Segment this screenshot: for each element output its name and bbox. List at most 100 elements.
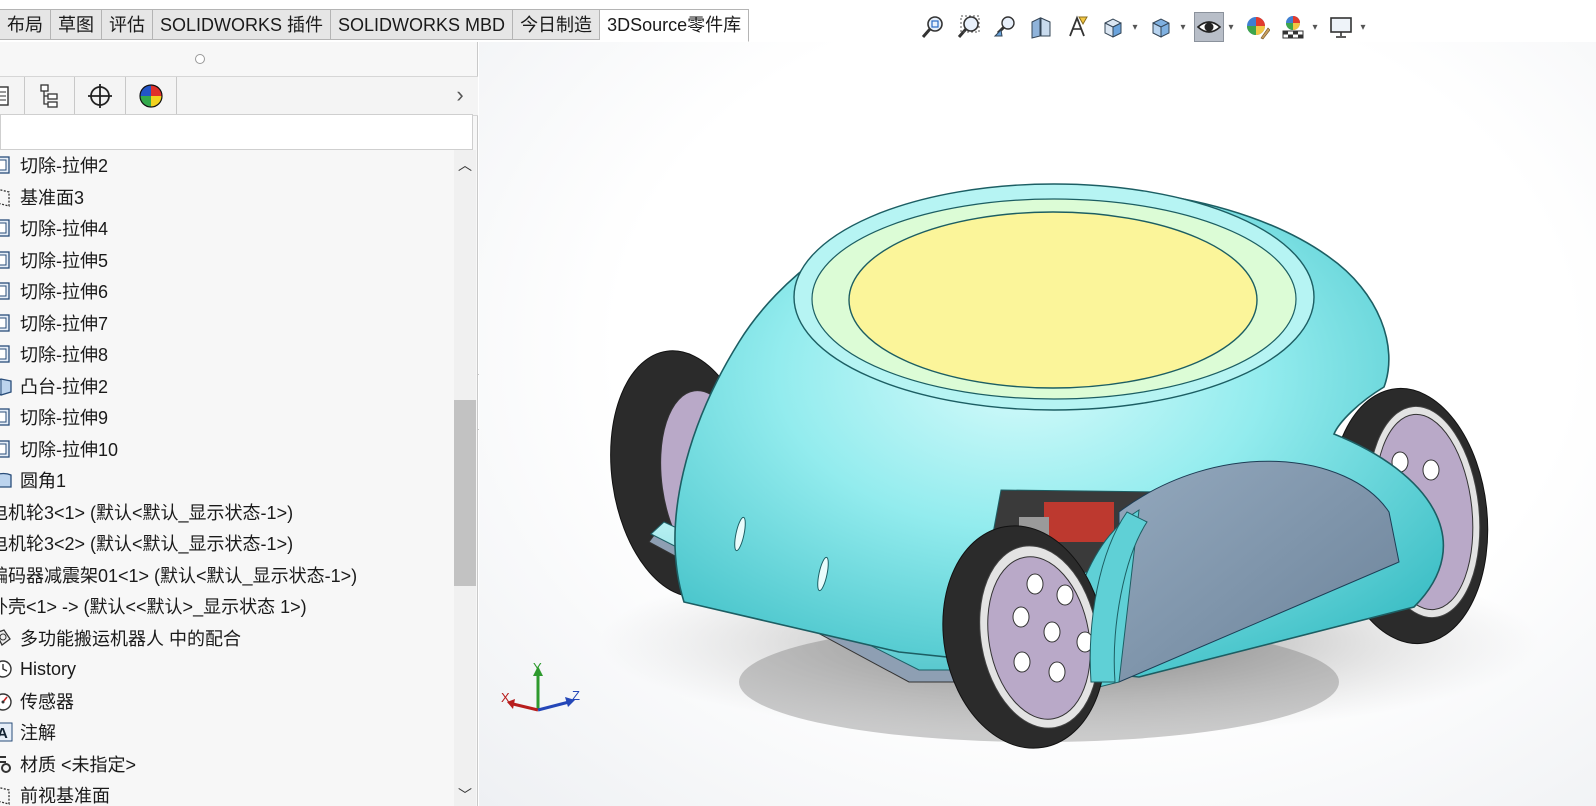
tab-solidworks-mbd[interactable]: SOLIDWORKS MBD — [331, 9, 514, 40]
dynamic-annotation-icon[interactable] — [1062, 12, 1092, 42]
chevron-up-icon[interactable]: ︿ — [454, 154, 476, 176]
tree-item[interactable]: 基准面3 — [0, 182, 84, 212]
triad-y-label: Y — [533, 662, 542, 675]
plane-icon — [0, 784, 14, 806]
cut-extrude-icon — [0, 280, 14, 302]
tree-item-label: 切除-拉伸5 — [20, 250, 109, 271]
cut-extrude-icon — [0, 406, 14, 428]
tree-scrollbar[interactable]: ︿ ﹀ — [454, 150, 476, 806]
tree-item[interactable]: 电机轮3<2> (默认<默认_显示状态-1>) — [0, 528, 293, 558]
cut-extrude-icon — [0, 438, 14, 460]
view-settings-icon[interactable] — [1326, 12, 1356, 42]
chevron-down-icon[interactable]: ▾ — [1130, 22, 1140, 33]
apply-scene-icon[interactable] — [1278, 12, 1308, 42]
tree-item[interactable]: History — [0, 654, 76, 684]
chevron-down-icon[interactable]: ▾ — [1226, 22, 1236, 33]
tree-item[interactable]: 切除-拉伸4 — [0, 213, 108, 243]
tab-3dsource-library[interactable]: 3DSource零件库 — [600, 9, 750, 42]
configurationmanager-icon[interactable] — [75, 77, 126, 114]
tree-item[interactable]: 传感器 — [0, 686, 74, 716]
section-view-icon[interactable] — [1026, 12, 1056, 42]
chevron-down-icon[interactable]: ▾ — [1310, 22, 1320, 33]
plane-icon — [0, 186, 14, 208]
tree-item-label: 圆角1 — [20, 471, 67, 491]
chevron-down-icon[interactable]: ▾ — [1178, 22, 1188, 33]
tree-item[interactable]: 切除-拉伸2 — [0, 150, 108, 180]
propertymanager-icon[interactable] — [24, 77, 75, 114]
cut-extrude-icon — [0, 312, 14, 334]
command-manager-bar: 布局 草图 评估 SOLIDWORKS 插件 SOLIDWORKS MBD 今日… — [0, 0, 1596, 42]
cut-extrude-icon — [0, 249, 14, 271]
tree-item[interactable]: 电机轮3<1> (默认<默认_显示状态-1>) — [0, 497, 293, 527]
tree-item-label: 凸台-拉伸2 — [20, 376, 109, 397]
tree-item[interactable]: 切除-拉伸7 — [0, 308, 108, 338]
tab-sketch[interactable]: 草图 — [51, 9, 102, 40]
tree-item[interactable]: A 注解 — [0, 717, 56, 747]
tree-item-label: 切除-拉伸6 — [20, 282, 109, 302]
tree-item-label: 电机轮3<1> (默认<默认_显示状态-1>) — [0, 502, 294, 523]
tree-item[interactable]: 切除-拉伸5 — [0, 245, 108, 275]
tree-item[interactable]: 材质 <未指定> — [0, 749, 136, 779]
tree-item[interactable]: 圆角1 — [0, 465, 66, 495]
cut-extrude-icon — [0, 217, 14, 239]
chevron-down-icon[interactable]: ﹀ — [454, 784, 476, 806]
tree-item[interactable]: 前视基准面 — [0, 780, 110, 806]
tree-item[interactable]: 切除-拉伸10 — [0, 434, 118, 464]
tree-item-label: 切除-拉伸2 — [20, 156, 109, 176]
tree-item[interactable]: 编码器减震架01<1> (默认<默认_显示状态-1>) — [0, 560, 357, 590]
pane-splitter-grip[interactable] — [195, 54, 205, 64]
tree-item-label: 前视基准面 — [20, 786, 110, 806]
tab-solidworks-addins[interactable]: SOLIDWORKS 插件 — [153, 9, 332, 40]
view-orientation-icon[interactable] — [1098, 12, 1128, 42]
tab-layout[interactable]: 布局 — [0, 9, 51, 40]
zoom-to-area-icon[interactable] — [954, 12, 984, 42]
feature-tree: 切除-拉伸2 基准面3 切除-拉伸4 切除-拉伸5 切除-拉伸6 切除-拉伸7 切除-拉伸8… — [0, 150, 452, 806]
tab-evaluate[interactable]: 评估 — [102, 9, 153, 40]
chevron-right-icon[interactable]: › — [450, 83, 470, 107]
coordinate-triad: Y X Z — [501, 662, 580, 712]
tree-item[interactable]: 凸台-拉伸2 — [0, 371, 108, 401]
mates-icon — [0, 627, 14, 649]
edit-appearance-icon[interactable] — [1242, 12, 1272, 42]
material-icon — [0, 753, 14, 775]
tree-item[interactable]: 切除-拉伸9 — [0, 402, 108, 432]
tree-item[interactable]: 外壳<1> -> (默认<<默认>_显示状态 1>) — [0, 591, 307, 621]
tab-today-manufacturing[interactable]: 今日制造 — [513, 9, 601, 40]
tree-item-label: 注解 — [20, 723, 56, 743]
cut-extrude-icon — [0, 154, 14, 176]
tree-item[interactable]: 切除-拉伸8 — [0, 339, 108, 369]
tree-item-label: 传感器 — [20, 691, 74, 712]
tree-filter-input[interactable] — [0, 114, 473, 150]
previous-view-icon[interactable] — [990, 12, 1020, 42]
boss-extrude-icon — [0, 375, 14, 397]
tree-item-label: 材质 <未指定> — [20, 754, 137, 775]
scrollbar-thumb[interactable] — [454, 400, 476, 586]
cut-extrude-icon — [0, 343, 14, 365]
tree-item-label: 外壳<1> -> (默认<<默认>_显示状态 1>) — [0, 597, 307, 617]
heads-up-view-toolbar: ▾ ▾ ▾ ▾ ▾ — [918, 12, 1368, 42]
displaymanager-icon[interactable] — [126, 77, 177, 114]
robot-3d-model[interactable] — [479, 42, 1596, 806]
sensors-icon — [0, 690, 14, 712]
hide-show-items-icon[interactable] — [1194, 12, 1224, 42]
command-tabs: 布局 草图 评估 SOLIDWORKS 插件 SOLIDWORKS MBD 今日… — [0, 9, 750, 42]
tree-item-label: 编码器减震架01<1> (默认<默认_显示状态-1>) — [0, 565, 358, 586]
tree-item-label: 电机轮3<2> (默认<默认_显示状态-1>) — [0, 534, 294, 554]
tree-item[interactable]: 多功能搬运机器人 中的配合 — [0, 623, 241, 653]
tree-item-label: 切除-拉伸10 — [20, 439, 119, 460]
fillet-icon — [0, 469, 14, 491]
chevron-down-icon[interactable]: ▾ — [1358, 22, 1368, 33]
history-icon — [0, 658, 14, 680]
tree-item-label: 多功能搬运机器人 中的配合 — [20, 628, 241, 649]
tree-item-label: History — [20, 658, 77, 679]
graphics-area[interactable]: Y X Z — [479, 42, 1596, 806]
zoom-to-fit-icon[interactable] — [918, 12, 948, 42]
triad-x-label: X — [501, 690, 510, 705]
svg-text:A: A — [0, 725, 8, 742]
featuremanager-icon[interactable] — [0, 77, 25, 114]
tree-item-label: 切除-拉伸7 — [20, 313, 109, 334]
display-style-icon[interactable] — [1146, 12, 1176, 42]
tree-item-label: 切除-拉伸9 — [20, 408, 109, 428]
tree-item[interactable]: 切除-拉伸6 — [0, 276, 108, 306]
tree-item-label: 基准面3 — [20, 187, 85, 208]
